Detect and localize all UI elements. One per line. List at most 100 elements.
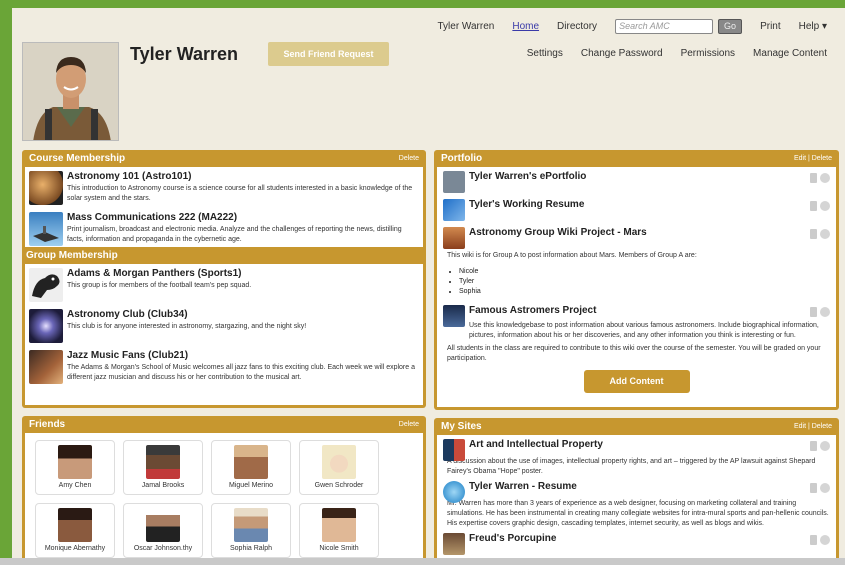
list-item[interactable]: Astronomy Group Wiki Project - Mars xyxy=(437,223,836,251)
trash-icon[interactable] xyxy=(810,201,817,211)
friend-name[interactable]: Miguel Merino xyxy=(212,482,290,489)
my-sites-edit-delete[interactable]: Edit | Delete xyxy=(794,423,832,430)
nav-help-menu[interactable]: Help ▾ xyxy=(799,21,827,32)
send-friend-request-button[interactable]: Send Friend Request xyxy=(268,42,389,66)
friend-card[interactable]: Jamal Brooks xyxy=(123,440,203,495)
friend-card[interactable]: Oscar Johnson.thy xyxy=(123,503,203,558)
friends-title: Friends xyxy=(29,419,66,430)
page-frame: Tyler Warren Home Directory Search AMC G… xyxy=(12,8,845,558)
friend-card[interactable]: Gwen Schroder xyxy=(299,440,379,495)
galaxy-thumbnail xyxy=(29,309,63,343)
profile-name: Tyler Warren xyxy=(130,44,239,64)
list-item[interactable]: Tyler Warren's ePortfolio xyxy=(437,167,836,195)
search-go-button[interactable]: Go xyxy=(718,18,743,34)
list-item[interactable]: Astronomy Club (Club34) This club is for… xyxy=(25,305,423,346)
friend-name[interactable]: Monique Abernathy xyxy=(36,545,114,552)
broadcast-thumbnail xyxy=(29,212,63,246)
trash-icon[interactable] xyxy=(810,535,817,545)
search-input[interactable]: Search AMC xyxy=(615,18,714,34)
nav-directory-link[interactable]: Directory xyxy=(557,21,597,32)
friend-name[interactable]: Oscar Johnson.thy xyxy=(124,545,202,552)
avatar xyxy=(58,445,92,479)
permissions-link[interactable]: Permissions xyxy=(681,48,735,59)
site-title[interactable]: Freud's Porcupine xyxy=(469,533,556,555)
avatar xyxy=(234,508,268,542)
friends-delete-link[interactable]: Delete xyxy=(399,421,419,428)
astronomer-icon xyxy=(443,305,465,327)
portfolio-title: Portfolio xyxy=(441,153,483,164)
share-icon[interactable] xyxy=(820,483,830,493)
portfolio-body: Tyler Warren's ePortfolio Tyler's Workin… xyxy=(437,167,836,407)
trash-icon[interactable] xyxy=(810,173,817,183)
portfolio-item-title[interactable]: Astronomy Group Wiki Project - Mars xyxy=(469,227,647,249)
course-membership-title: Course Membership xyxy=(29,153,126,164)
nav-print-link[interactable]: Print xyxy=(760,21,781,32)
trash-icon[interactable] xyxy=(810,483,817,493)
share-icon[interactable] xyxy=(820,229,830,239)
list-item[interactable]: Tyler's Working Resume xyxy=(437,195,836,223)
list-item[interactable]: Jazz Music Fans (Club21) The Adams & Mor… xyxy=(25,346,423,387)
friend-card[interactable]: Monique Abernathy xyxy=(35,503,115,558)
course-title[interactable]: Astronomy 101 (Astro101) xyxy=(67,171,419,182)
friend-name[interactable]: Gwen Schroder xyxy=(300,482,378,489)
my-sites-title: My Sites xyxy=(441,421,482,432)
share-icon[interactable] xyxy=(820,173,830,183)
resume-site-icon xyxy=(443,481,465,503)
list-item[interactable]: Famous Astromers Project xyxy=(437,301,836,329)
group-desc: The Adams & Morgan's School of Music wel… xyxy=(67,364,415,381)
portfolio-item-title[interactable]: Tyler's Working Resume xyxy=(469,199,584,221)
nav-user[interactable]: Tyler Warren xyxy=(437,21,494,32)
friend-name[interactable]: Sophia Ralph xyxy=(212,545,290,552)
group-title[interactable]: Adams & Morgan Panthers (Sports1) xyxy=(67,268,251,279)
friend-card[interactable]: Amy Chen xyxy=(35,440,115,495)
eportfolio-icon xyxy=(443,171,465,193)
portfolio-panel: Portfolio Edit | Delete Tyler Warren's e… xyxy=(434,150,839,410)
friends-panel: Friends Delete Amy Chen Jamal Brooks Mig… xyxy=(22,416,426,558)
add-content-button[interactable]: Add Content xyxy=(583,370,690,393)
trash-icon[interactable] xyxy=(810,229,817,239)
list-item[interactable]: Freud's Porcupine xyxy=(437,529,836,557)
manage-content-link[interactable]: Manage Content xyxy=(753,48,827,59)
group-title[interactable]: Astronomy Club (Club34) xyxy=(67,309,306,320)
portfolio-item-title[interactable]: Famous Astromers Project xyxy=(469,305,596,327)
change-password-link[interactable]: Change Password xyxy=(581,48,663,59)
settings-link[interactable]: Settings xyxy=(527,48,563,59)
list-item[interactable]: Art and Intellectual Property xyxy=(437,435,836,463)
porcupine-icon xyxy=(443,533,465,555)
group-title[interactable]: Jazz Music Fans (Club21) xyxy=(67,350,419,361)
share-icon[interactable] xyxy=(820,201,830,211)
list-item[interactable]: Adams & Morgan Panthers (Sports1) This g… xyxy=(25,264,423,305)
share-icon[interactable] xyxy=(820,535,830,545)
portfolio-item-title[interactable]: Tyler Warren's ePortfolio xyxy=(469,171,586,193)
friend-name[interactable]: Nicole Smith xyxy=(300,545,378,552)
course-membership-header: Course Membership Delete xyxy=(25,150,423,167)
friend-name[interactable]: Amy Chen xyxy=(36,482,114,489)
course-delete-link[interactable]: Delete xyxy=(399,155,419,162)
course-list: Astronomy 101 (Astro101) This introducti… xyxy=(25,167,423,247)
portfolio-header: Portfolio Edit | Delete xyxy=(437,150,836,167)
list-item[interactable]: Tyler Warren - Resume xyxy=(437,477,836,505)
friend-card[interactable]: Miguel Merino xyxy=(211,440,291,495)
trash-icon[interactable] xyxy=(810,441,817,451)
mars-icon xyxy=(443,227,465,249)
avatar xyxy=(58,508,92,542)
site-title[interactable]: Art and Intellectual Property xyxy=(469,439,603,461)
friend-card[interactable]: Nicole Smith xyxy=(299,503,379,558)
friend-card[interactable]: Sophia Ralph xyxy=(211,503,291,558)
portfolio-edit-delete[interactable]: Edit | Delete xyxy=(794,155,832,162)
list-item[interactable]: Astronomy 101 (Astro101) This introducti… xyxy=(25,167,423,208)
group-desc: This club is for anyone interested in as… xyxy=(67,323,307,330)
list-item[interactable]: Mass Communications 222 (MA222) Print jo… xyxy=(25,208,423,247)
wiki-desc: This wiki is for Group A to post informa… xyxy=(447,252,697,259)
friend-name[interactable]: Jamal Brooks xyxy=(124,482,202,489)
panther-thumbnail xyxy=(29,268,63,302)
trash-icon[interactable] xyxy=(810,307,817,317)
share-icon[interactable] xyxy=(820,441,830,451)
friends-header: Friends Delete xyxy=(25,416,423,433)
course-title[interactable]: Mass Communications 222 (MA222) xyxy=(67,212,419,223)
site-title[interactable]: Tyler Warren - Resume xyxy=(469,481,577,503)
hope-poster-icon xyxy=(443,439,465,461)
nav-home-link[interactable]: Home xyxy=(512,21,539,32)
group-membership-header: Group Membership xyxy=(22,247,426,264)
share-icon[interactable] xyxy=(820,307,830,317)
